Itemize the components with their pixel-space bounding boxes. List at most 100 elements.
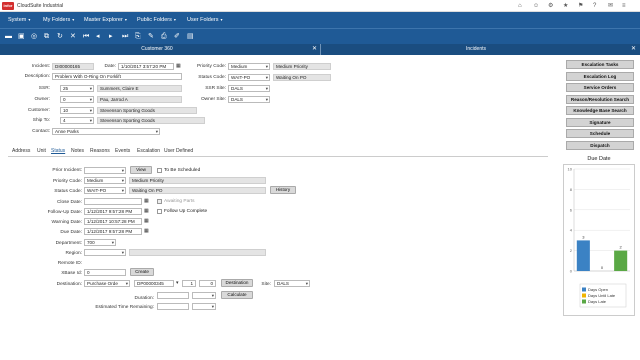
star-icon[interactable]: ★ (563, 3, 568, 9)
knowledge-base-search-button[interactable]: Knowledge Base Search (566, 106, 634, 115)
open-folder-icon[interactable]: ▬ (5, 33, 12, 40)
ship-to-select[interactable]: 4 (60, 117, 94, 124)
tab-user-defined[interactable]: User Defined (164, 148, 193, 154)
filter-icon[interactable]: ◎ (31, 33, 37, 40)
ssr-select[interactable]: 25 (60, 85, 94, 92)
calendar-icon[interactable]: ▦ (144, 218, 149, 224)
escalation-tasks-button[interactable]: Escalation Tasks (566, 60, 634, 69)
to-be-scheduled-checkbox[interactable] (157, 168, 162, 173)
menu-my-folders[interactable]: My Folders ▾ (43, 12, 74, 28)
duration-unit-select[interactable] (192, 292, 216, 299)
user-icon[interactable]: ☺ (533, 3, 539, 9)
next-record-icon[interactable]: ▸ (109, 33, 113, 40)
warning-date-field[interactable]: 1/12/2017 10:57:28 PM (84, 218, 142, 225)
menu-system[interactable]: System ▾ (8, 12, 30, 28)
flag-icon[interactable]: ⚑ (578, 3, 583, 9)
ssr-description: Summers, Claire E (97, 85, 182, 92)
destination-button[interactable]: Destination (221, 279, 253, 287)
destination-line-field[interactable]: 1 (182, 280, 196, 287)
signature-button[interactable]: Signature (566, 118, 634, 127)
attachment-icon[interactable]: ⎘ (135, 33, 141, 40)
date-field[interactable]: 1/10/2017 3:57:20 PM (118, 63, 174, 70)
close-icon[interactable]: ✕ (312, 44, 317, 55)
delete-icon[interactable]: ✕ (70, 33, 76, 40)
reason-resolution-search-button[interactable]: Reason/Resolution Search (566, 95, 634, 104)
awaiting-parts-checkbox[interactable] (157, 199, 162, 204)
incident-field[interactable]: DI00000165 (52, 63, 94, 70)
dispatch-button[interactable]: Dispatch (566, 141, 634, 150)
help-icon[interactable]: ? (593, 3, 596, 9)
destination-type-select[interactable]: Purchase Orde (84, 280, 130, 287)
calendar-icon[interactable]: ▦ (176, 63, 181, 69)
close-icon[interactable]: ✕ (631, 44, 636, 55)
tab-escalation[interactable]: Escalation (137, 148, 160, 154)
owner-select[interactable]: 0 (60, 96, 94, 103)
messages-icon[interactable]: ✉ (608, 3, 613, 9)
tab-incidents[interactable]: Incidents (322, 44, 630, 55)
escalation-log-button[interactable]: Escalation Log (566, 72, 634, 81)
follow-up-date-field[interactable]: 1/12/2017 9:57:28 PM (84, 208, 142, 215)
refresh-icon[interactable]: ↻ (57, 33, 63, 40)
close-date-field[interactable] (84, 198, 142, 205)
view-button[interactable]: View (130, 166, 152, 174)
tab-events[interactable]: Events (115, 148, 130, 154)
schedule-button[interactable]: Schedule (566, 129, 634, 138)
print-icon[interactable]: ⎙ (161, 33, 167, 40)
service-orders-button[interactable]: Service Orders (566, 83, 634, 92)
calendar-icon[interactable]: ▦ (144, 228, 149, 234)
ssr-site-select[interactable]: DALS (228, 85, 270, 92)
menu-public-folders[interactable]: Public Folders ▾ (137, 12, 176, 28)
first-record-icon[interactable]: ⏮ (83, 33, 89, 40)
export-icon[interactable]: ▤ (187, 33, 194, 40)
xbase-id-field[interactable]: 0 (84, 269, 126, 276)
lookup-icon[interactable]: ▾ (176, 280, 179, 286)
tab-unit[interactable]: Unit (37, 148, 46, 154)
duration-field[interactable] (157, 292, 189, 299)
destination-release-field[interactable]: 0 (199, 280, 216, 287)
save-icon[interactable]: ▣ (18, 33, 25, 40)
edit-icon[interactable]: ✐ (174, 33, 180, 40)
ship-to-description: Stevenson Sporting Goods (97, 117, 205, 124)
calendar-icon[interactable]: ▦ (144, 198, 149, 204)
legend-item: Days Until Late (588, 293, 616, 298)
owner-site-select[interactable]: DALS (228, 96, 270, 103)
due-date-field[interactable]: 1/12/2017 9:57:28 PM (84, 228, 142, 235)
follow-up-complete-checkbox[interactable] (157, 209, 162, 214)
priority-code-select[interactable]: Medium (228, 63, 270, 70)
customer-select[interactable]: 10 (60, 107, 94, 114)
subtab-divider (8, 156, 548, 157)
estimated-time-field[interactable] (157, 303, 189, 310)
notes-icon[interactable]: ✎ (148, 33, 154, 40)
priority-code-select[interactable]: Medium (84, 177, 126, 184)
status-code-select[interactable]: WAIT-PO (228, 74, 270, 81)
settings-icon[interactable]: ⚙ (548, 3, 553, 9)
site-select[interactable]: DALS (274, 280, 310, 287)
follow-up-date-label: Follow-Up Date: (47, 210, 82, 215)
history-button[interactable]: History (270, 186, 296, 194)
prior-incident-select[interactable] (84, 167, 126, 174)
status-code-select[interactable]: WAIT-PO (84, 187, 126, 194)
menu-user-folders[interactable]: User Folders ▾ (187, 12, 223, 28)
copy-icon[interactable]: ⧉ (44, 33, 49, 40)
tab-notes[interactable]: Notes (71, 148, 84, 154)
priority-code-label: Priority Code: (52, 179, 82, 184)
region-select[interactable] (84, 249, 126, 256)
previous-record-icon[interactable]: ◂ (96, 33, 100, 40)
contact-select[interactable]: Anne Parks (52, 128, 160, 135)
destination-number-field[interactable]: DP00000345 (134, 280, 174, 287)
calendar-icon[interactable]: ▦ (144, 208, 149, 214)
description-field[interactable]: Problem With O-Ring On Forklift (52, 73, 182, 80)
create-button[interactable]: Create (130, 268, 154, 276)
menu-master-explorer[interactable]: Master Explorer ▾ (84, 12, 127, 28)
calculate-button[interactable]: Calculate (221, 291, 253, 299)
data-label: 2 (620, 245, 623, 250)
home-icon[interactable]: ⌂ (518, 3, 522, 9)
tab-customer-360[interactable]: Customer 360 (0, 44, 314, 55)
tab-reasons[interactable]: Reasons (90, 148, 110, 154)
tab-address[interactable]: Address (12, 148, 30, 154)
menu-icon[interactable]: ≡ (622, 3, 626, 9)
last-record-icon[interactable]: ⏭ (122, 33, 128, 40)
department-select[interactable]: 700 (84, 239, 116, 246)
tab-status[interactable]: Status (51, 148, 65, 154)
estimated-time-unit-select[interactable] (192, 303, 216, 310)
